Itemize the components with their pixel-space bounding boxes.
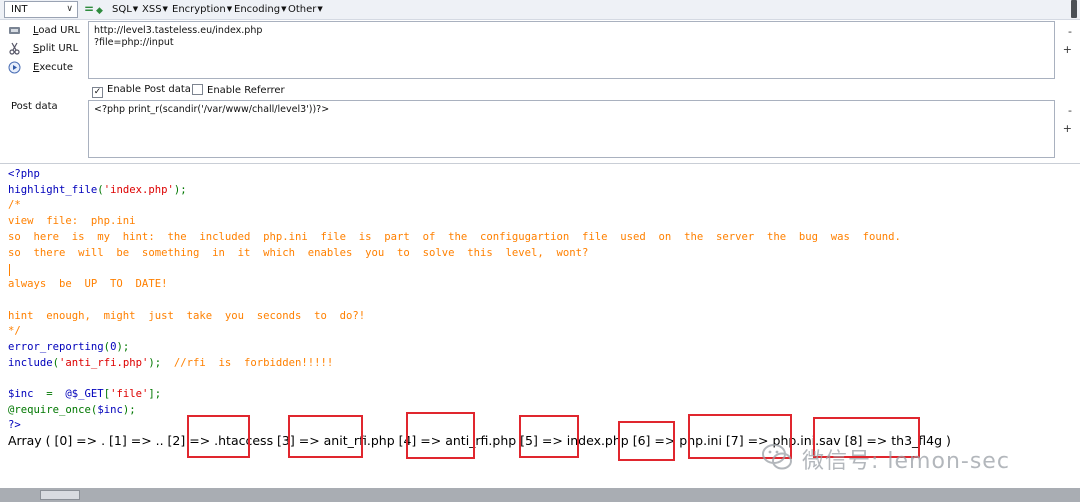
highlight-box-php-ini [618,421,675,461]
hackbar-toolbar: INT ∨ = ◆ SQL▼ XSS▼ Encryption▼ Encoding… [0,0,1080,20]
code-comment-line: */ [8,325,21,337]
execute-button[interactable]: Execute [8,60,88,76]
enable-post-checkbox[interactable]: ✓ Enable Post data [92,84,191,98]
code-comment-line: /* [8,199,21,211]
highlight-box-anit-rfi [288,415,363,458]
code-line-assign: $inc = @$_GET['file']; [8,388,162,400]
code-comment-line: view file: php.ini [8,215,136,227]
wechat-logo-icon [760,440,794,474]
post-data-label: Post data [11,101,58,112]
post-shrink-button[interactable]: - [1068,105,1072,117]
load-url-icon [8,24,21,37]
highlight-box-htaccess [187,415,250,458]
code-open-tag: <?php [8,168,40,180]
scissors-icon [8,42,21,55]
play-icon [8,61,21,74]
code-line-highlight: highlight_file('index.php'); [8,184,187,196]
split-url-button[interactable]: Split URL [8,41,88,57]
menu-xss[interactable]: XSS▼ [142,3,168,16]
status-bar-tab[interactable] [40,490,80,500]
increment-icon[interactable]: ◆ [96,4,103,18]
chevron-down-icon: ∨ [66,4,73,14]
menu-other[interactable]: Other▼ [288,3,323,16]
text-cursor [9,264,10,276]
enable-referrer-checkbox[interactable]: Enable Referrer [192,84,285,97]
highlight-box-index [519,415,579,458]
code-comment-line: so here is my hint: the included php.ini… [8,231,901,243]
referrer-checkbox-box[interactable] [192,84,203,95]
post-data-textarea[interactable]: <?php print_r(scandir('/var/www/chall/le… [88,100,1055,158]
url-shrink-button[interactable]: - [1068,26,1072,38]
panel-divider [0,163,1080,164]
url-textarea[interactable]: http://level3.tasteless.eu/index.php ?fi… [88,21,1055,79]
menu-encoding[interactable]: Encoding▼ [234,3,286,16]
url-expand-button[interactable]: + [1063,44,1072,56]
post-expand-button[interactable]: + [1063,123,1072,135]
code-comment-line: always be UP TO DATE! [8,278,168,290]
type-select-value: INT [11,4,28,15]
code-line-error-reporting: error_reporting(0); [8,341,130,353]
load-url-button[interactable]: Load URL [8,23,88,39]
code-line-include: include('anti_rfi.php'); //rfi is forbid… [8,357,334,369]
menu-sql[interactable]: SQL▼ [112,3,138,16]
status-bar [0,488,1080,502]
scrollbar-handle[interactable] [1071,0,1077,18]
menu-encryption[interactable]: Encryption▼ [172,3,232,16]
decrement-icon[interactable]: = [84,2,94,16]
code-line-require: @require_once($inc); [8,404,136,416]
code-close-tag: ?> [8,419,21,431]
watermark-text: 微信号: lemon-sec [802,449,1010,474]
code-comment-line: hint enough, might just take you seconds… [8,310,366,322]
highlight-box-anti-rfi [406,412,475,459]
type-select[interactable]: INT ∨ [4,1,78,18]
post-checkbox-box[interactable]: ✓ [92,87,103,98]
code-comment-line: so there will be something in it which e… [8,247,589,259]
